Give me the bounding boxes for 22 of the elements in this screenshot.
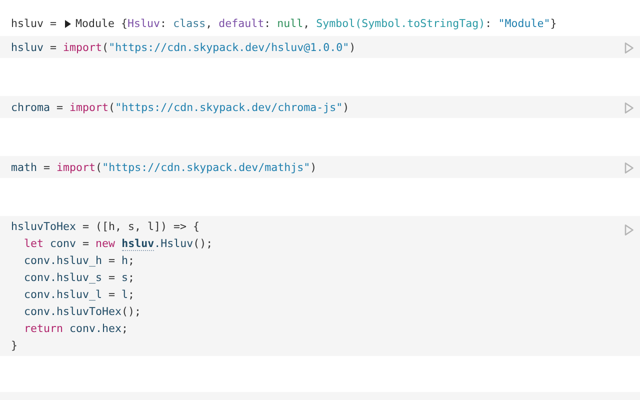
code-line: chroma = import("https://cdn.skypack.dev/chroma-js") [11, 100, 350, 116]
code-line: hsluv = import("https://cdn.skypack.dev/hsluv@1.0.0") [11, 40, 356, 56]
play-icon[interactable] [624, 224, 634, 236]
code-line: conv.hsluv_h = h; [23, 253, 136, 269]
caret-icon[interactable] [64, 20, 72, 28]
code-cell[interactable]: hsluvToHex = ([h, s, l]) => { let conv = new hsluv.Hsluv(); conv.hsluv_h = h; conv.hsluv_s = s; conv.hsluv_l = l; conv.hsluvToHex(); return conv.hex; } [0, 216, 640, 356]
code-line: hsluvToHex = ([h, s, l]) => { [11, 219, 201, 235]
play-icon[interactable] [624, 162, 634, 174]
code-cell[interactable]: chroma = import("https://cdn.skypack.dev/chroma-js") [0, 96, 640, 118]
code-cell[interactable]: math = import("https://cdn.skypack.dev/mathjs") [0, 156, 640, 178]
code-line: let conv = new hsluv.Hsluv(); [23, 236, 213, 252]
code-line: conv.hsluv_l = l; [23, 287, 136, 303]
code-line: math = import("https://cdn.skypack.dev/mathjs") [11, 160, 317, 176]
code-line: conv.hsluvToHex(); [23, 304, 142, 320]
play-icon[interactable] [624, 42, 634, 54]
code-line: conv.hsluv_s = s; [23, 270, 136, 286]
play-icon[interactable] [624, 102, 634, 114]
code-line: } [11, 338, 19, 354]
code-cell[interactable]: hsluv = import("https://cdn.skypack.dev/hsluv@1.0.0") [0, 36, 640, 58]
output-value: Module {Hsluv: class, default: null, Symbol(Symbol.toStringTag): "Module"} [76, 16, 557, 32]
code-line: return conv.hex; [23, 321, 130, 337]
output-variable: hsluv = [11, 16, 57, 32]
